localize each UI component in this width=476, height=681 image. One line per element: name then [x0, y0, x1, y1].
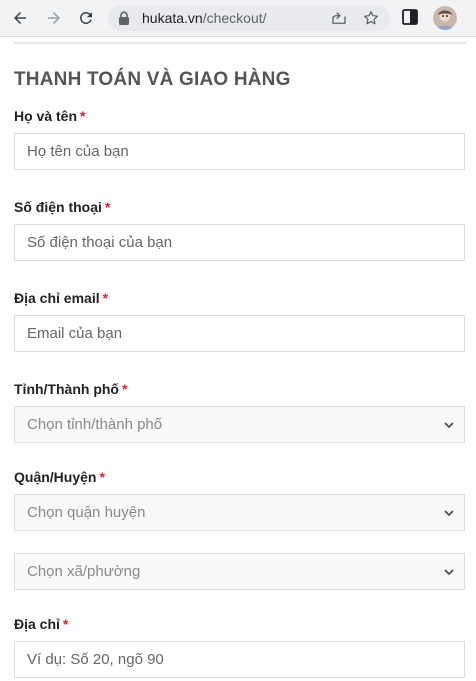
phone-field[interactable]	[14, 224, 465, 261]
name-input[interactable]	[15, 134, 464, 169]
district-select[interactable]: Chọn quận huyện	[14, 494, 465, 531]
name-label-text: Họ và tên	[14, 108, 78, 124]
address-label-text: Địa chỉ	[14, 616, 60, 632]
required-mark: *	[102, 290, 109, 306]
required-mark: *	[104, 199, 111, 215]
chevron-down-icon	[444, 569, 454, 576]
browser-toolbar: hukata.vn/checkout/	[0, 0, 476, 37]
url-path: /checkout/	[202, 10, 267, 26]
phone-label-text: Số điện thoại	[14, 199, 102, 215]
required-mark: *	[121, 381, 128, 397]
email-label: Địa chỉ email *	[14, 290, 108, 306]
side-panel-icon[interactable]	[402, 9, 418, 25]
ward-select-value: Chọn xã/phường	[27, 563, 141, 580]
address-label: Địa chỉ *	[14, 616, 68, 632]
address-bar[interactable]: hukata.vn/checkout/	[108, 5, 390, 31]
url-text[interactable]: hukata.vn/checkout/	[142, 10, 267, 26]
checkout-page: THANH TOÁN VÀ GIAO HÀNG Họ và tên* Số đi…	[0, 37, 476, 681]
name-field[interactable]	[14, 133, 465, 170]
required-mark: *	[80, 108, 86, 124]
phone-label: Số điện thoại *	[14, 199, 110, 215]
province-label-text: Tỉnh/Thành phố	[14, 381, 119, 397]
province-select-value: Chọn tỉnh/thành phố	[27, 416, 163, 433]
district-label-text: Quận/Huyện	[14, 469, 97, 485]
phone-input[interactable]	[15, 225, 464, 260]
url-domain: hukata.vn	[142, 10, 203, 26]
divider	[14, 42, 466, 44]
district-select-value: Chọn quận huyện	[27, 504, 146, 521]
address-field[interactable]	[14, 641, 465, 678]
email-label-text: Địa chỉ email	[14, 290, 100, 306]
ward-select[interactable]: Chọn xã/phường	[14, 553, 465, 590]
province-select[interactable]: Chọn tỉnh/thành phố	[14, 406, 465, 443]
arrow-right-icon[interactable]	[42, 6, 66, 30]
reload-icon[interactable]	[74, 6, 98, 30]
lock-icon[interactable]	[118, 11, 130, 25]
required-mark: *	[99, 469, 105, 485]
email-input[interactable]	[15, 316, 464, 351]
share-icon[interactable]	[330, 9, 348, 27]
email-field[interactable]	[14, 315, 465, 352]
star-icon[interactable]	[362, 9, 380, 27]
province-label: Tỉnh/Thành phố *	[14, 381, 127, 397]
arrow-left-icon[interactable]	[8, 6, 32, 30]
chevron-down-icon	[444, 510, 454, 517]
required-mark: *	[62, 616, 69, 632]
section-title: THANH TOÁN VÀ GIAO HÀNG	[14, 69, 291, 90]
profile-avatar[interactable]	[433, 6, 457, 30]
district-label: Quận/Huyện *	[14, 469, 105, 485]
address-input[interactable]	[15, 642, 464, 677]
chevron-down-icon	[444, 422, 454, 429]
name-label: Họ và tên *	[14, 108, 85, 124]
